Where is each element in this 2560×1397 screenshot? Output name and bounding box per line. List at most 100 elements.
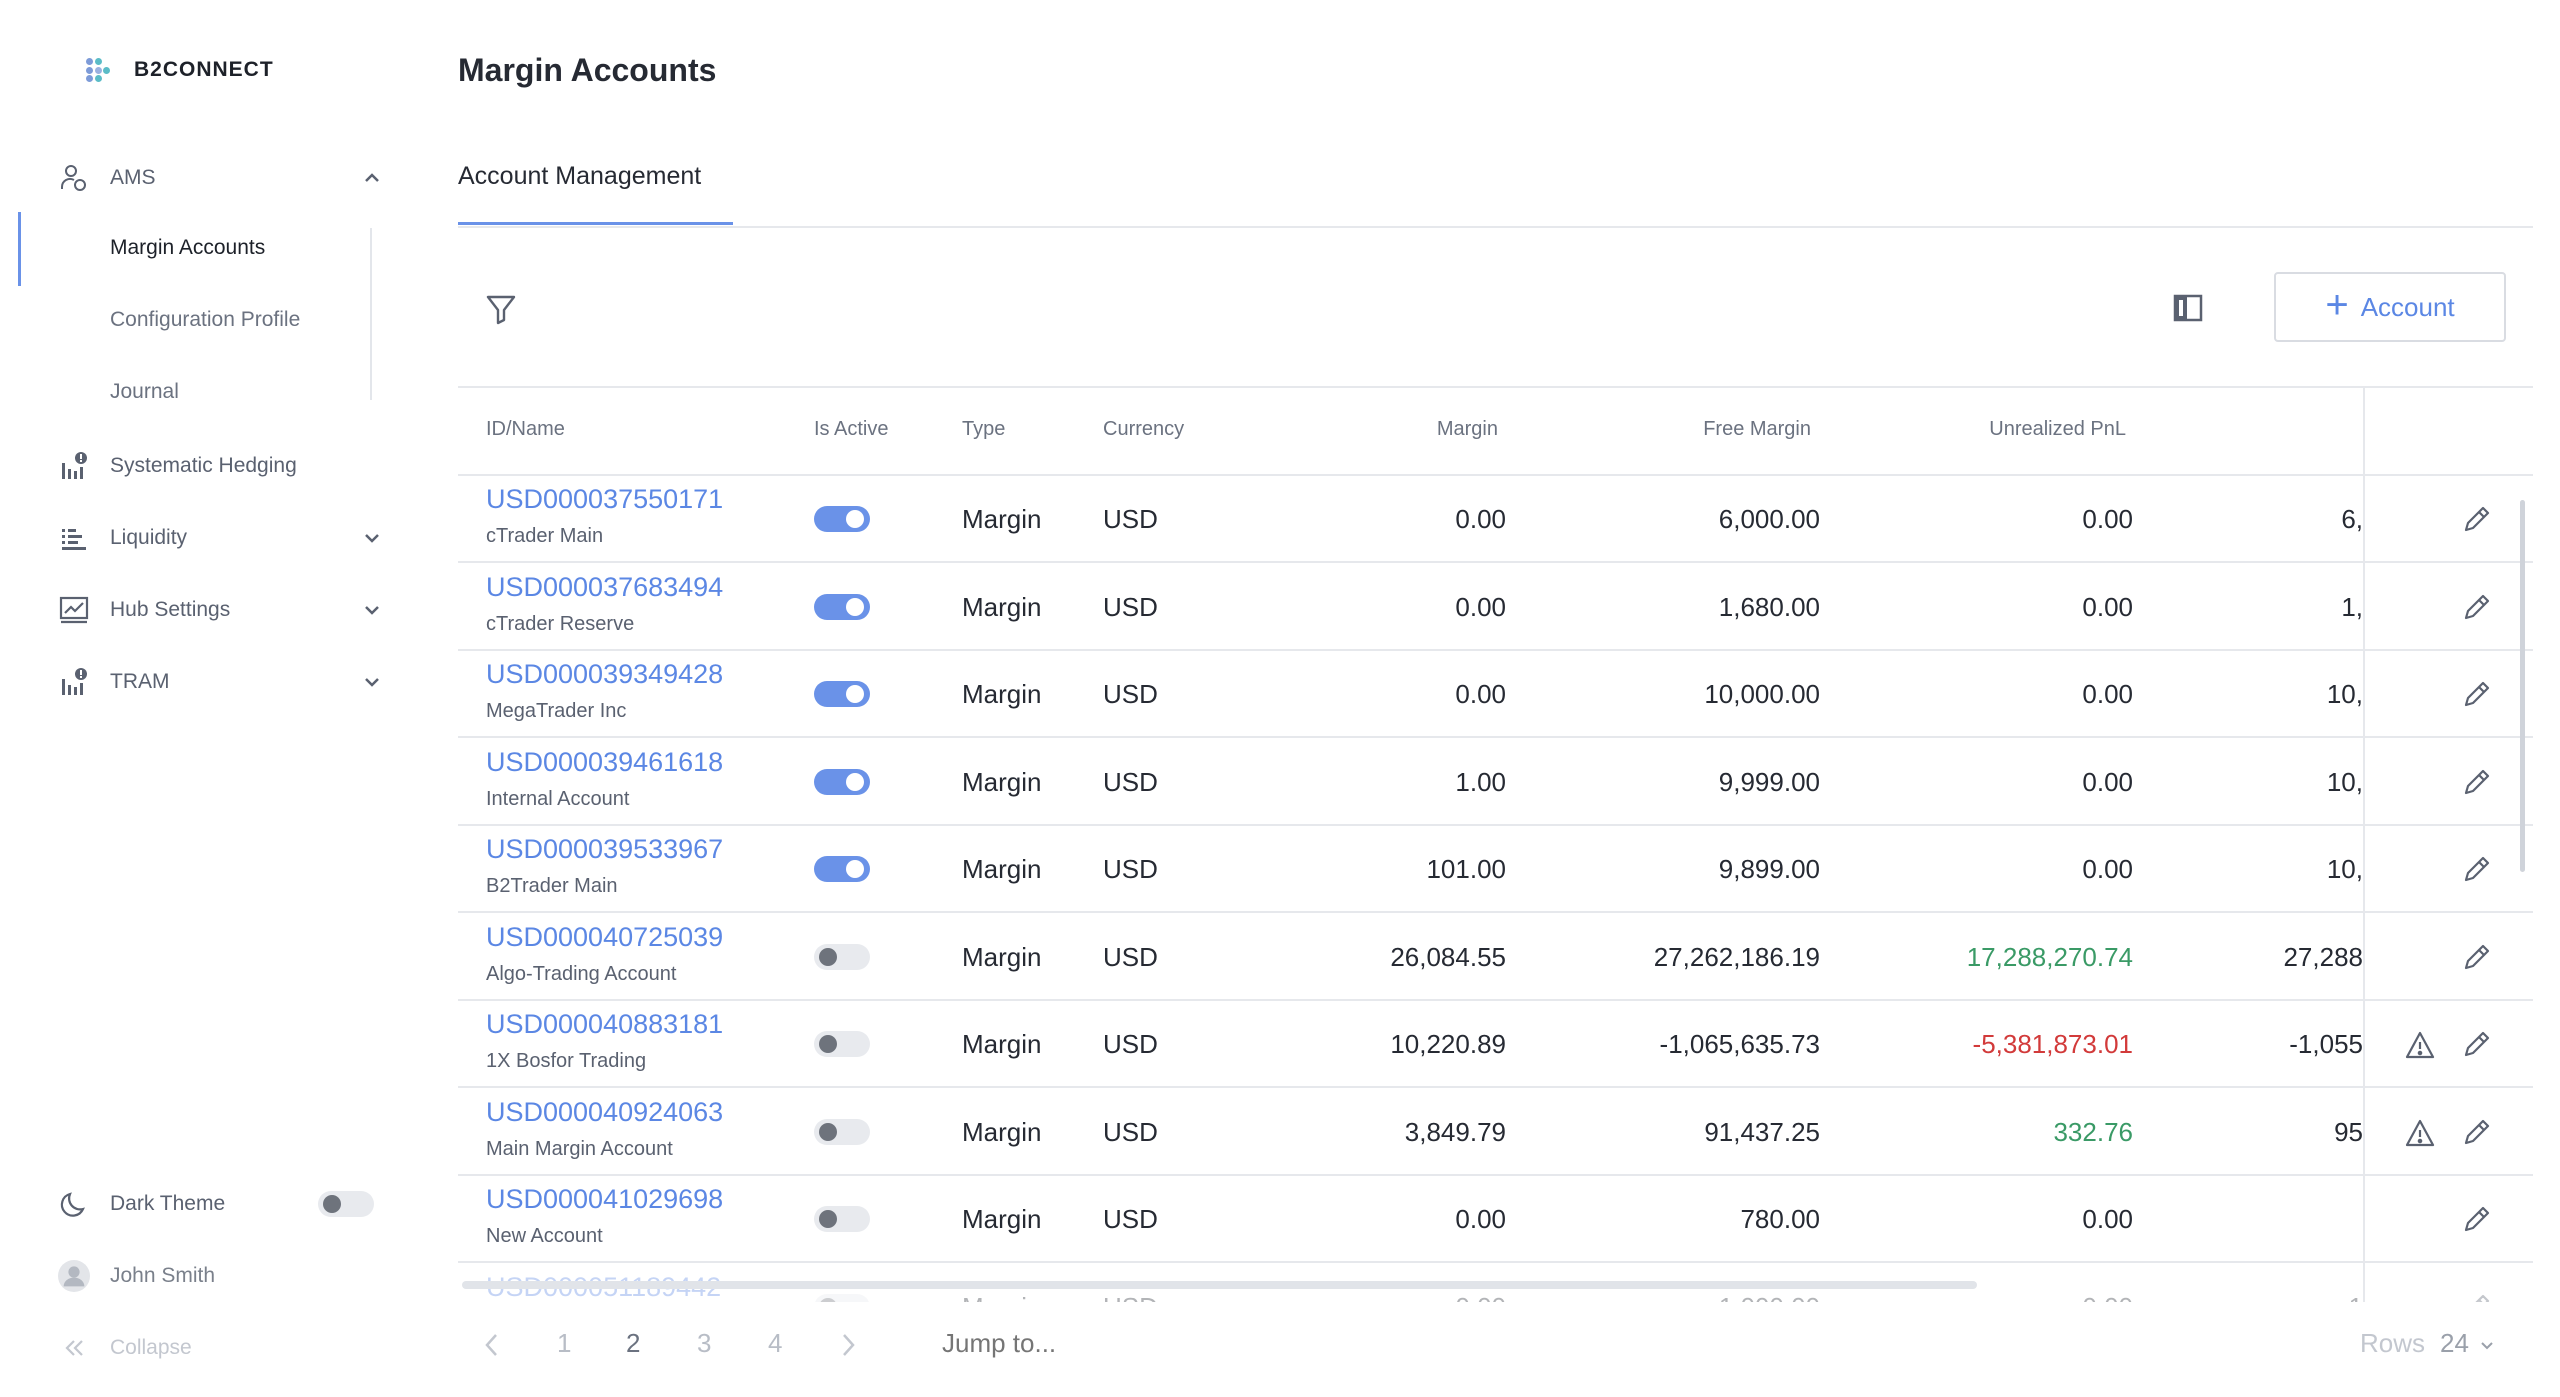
sidebar-item-systematic-hedging[interactable]: Systematic Hedging (0, 438, 400, 494)
user-profile[interactable]: John Smith (0, 1248, 400, 1304)
table-horizontal-scrollbar[interactable] (462, 1281, 1977, 1289)
column-header-unrealized-pnl[interactable]: Unrealized PnL (1989, 418, 2126, 441)
chevron-down-icon[interactable] (360, 598, 384, 622)
table-vertical-scrollbar[interactable] (2520, 500, 2525, 872)
is-active-toggle[interactable] (814, 1206, 870, 1232)
column-header-margin[interactable]: Margin (1437, 418, 1498, 441)
account-free-margin: 27,262,186.19 (1653, 941, 1820, 972)
is-active-toggle[interactable] (814, 1118, 870, 1145)
page-2[interactable]: 2 (626, 1328, 640, 1359)
edit-icon[interactable] (2460, 677, 2494, 711)
app-logo[interactable]: B2CONNECT (86, 58, 274, 82)
is-active-toggle[interactable] (814, 1031, 870, 1057)
column-header-currency[interactable]: Currency (1103, 418, 1184, 441)
account-name: Main Margin Account (486, 1137, 673, 1160)
sidebar-item-tram[interactable]: TRAM (0, 654, 400, 710)
sidebar-item-hub-settings[interactable]: Hub Settings (0, 582, 400, 638)
add-account-label: Account (2360, 291, 2455, 322)
is-active-toggle[interactable] (814, 943, 870, 970)
account-currency: USD (1103, 1204, 1158, 1234)
chevron-down-icon[interactable] (360, 526, 384, 550)
table-row[interactable]: USD000041029698 New Account Margin USD 0.00 7… (458, 1176, 2533, 1263)
column-header-type[interactable]: Type (962, 418, 1005, 441)
jump-to-page-input[interactable] (942, 1328, 1142, 1359)
sidebar-subitem-margin-accounts[interactable]: Margin Accounts (110, 236, 265, 260)
edit-icon[interactable] (2460, 765, 2494, 799)
is-active-toggle[interactable] (814, 768, 870, 795)
account-next-column-value: 10, (2326, 854, 2363, 884)
columns-layout-icon[interactable] (2172, 292, 2204, 324)
edit-icon[interactable] (2460, 1202, 2494, 1236)
account-name: cTrader Reserve (486, 612, 635, 635)
page-4[interactable]: 4 (768, 1328, 782, 1359)
chart-bar-alert-icon (58, 450, 90, 482)
chevron-down-icon[interactable] (360, 670, 384, 694)
is-active-toggle[interactable] (814, 681, 870, 707)
account-id-link[interactable]: USD000037683494 (486, 572, 723, 603)
account-free-margin: 1,680.00 (1718, 591, 1820, 622)
avatar (58, 1260, 90, 1292)
table-row[interactable]: USD000037683494 cTrader Reserve Margin USD 0… (458, 564, 2533, 651)
page-1[interactable]: 1 (557, 1328, 571, 1359)
sidebar-subitem-configuration-profile[interactable]: Configuration Profile (110, 308, 300, 332)
page-3[interactable]: 3 (697, 1328, 711, 1359)
account-type: Margin (962, 1204, 1042, 1234)
table-row[interactable]: USD000040924063 Main Margin Account Margin… (458, 1089, 2533, 1176)
account-id-link[interactable]: USD000039533967 (486, 834, 723, 865)
previous-page-icon[interactable] (482, 1332, 504, 1358)
sidebar-subitem-journal[interactable]: Journal (110, 380, 179, 404)
dark-theme-toggle[interactable] (318, 1191, 374, 1217)
column-header-id-name[interactable]: ID/Name (486, 418, 565, 441)
table-row[interactable]: USD000040725039 Algo-Trading Account Margi… (458, 914, 2533, 1001)
account-id-link[interactable]: USD000040883181 (486, 1009, 723, 1040)
account-unrealized-pnl: 0.00 (2082, 679, 2133, 709)
filter-icon[interactable] (484, 292, 518, 326)
account-currency: USD (1103, 941, 1158, 972)
account-next-column-value: 6, (2341, 504, 2363, 534)
account-margin: 1.00 (1455, 766, 1506, 797)
account-id-link[interactable]: USD000040725039 (486, 922, 723, 953)
rows-per-page-select[interactable]: 24 (2440, 1328, 2469, 1359)
is-active-toggle[interactable] (814, 593, 870, 620)
is-active-toggle[interactable] (814, 506, 870, 532)
table-row[interactable]: USD000039461618 Internal Account Margin USD… (458, 739, 2533, 826)
warning-icon[interactable] (2404, 1029, 2436, 1061)
is-active-toggle[interactable] (814, 1293, 870, 1302)
account-id-link[interactable]: USD000039461618 (486, 747, 723, 778)
warning-icon[interactable] (2404, 1117, 2436, 1149)
submenu-rail (370, 228, 372, 400)
column-header-is-active[interactable]: Is Active (814, 418, 888, 441)
edit-icon[interactable] (2460, 502, 2494, 536)
table-row[interactable]: USD000039349428 MegaTrader Inc Margin USD 0.… (458, 651, 2533, 738)
tab-account-management[interactable]: Account Management (458, 162, 701, 191)
table-row[interactable]: USD000040883181 1X Bosfor Trading Margin US… (458, 1001, 2533, 1088)
table-header: ID/Name Is Active Type Currency Margin F… (458, 388, 2533, 476)
column-header-free-margin[interactable]: Free Margin (1703, 418, 1811, 441)
table-row[interactable]: USD000037550171 cTrader Main Margin USD 0.00… (458, 476, 2533, 563)
edit-icon[interactable] (2460, 852, 2494, 886)
account-type: Margin (962, 1116, 1042, 1147)
account-id-link[interactable]: USD000041029698 (486, 1184, 723, 1215)
chevron-down-icon[interactable] (2478, 1337, 2496, 1355)
next-page-icon[interactable] (838, 1332, 860, 1358)
table-row[interactable]: USD000039533967 B2Trader Main Margin USD 101… (458, 826, 2533, 913)
account-id-link[interactable]: USD000040924063 (486, 1097, 723, 1128)
collapse-sidebar-button[interactable]: Collapse (0, 1320, 400, 1376)
chevron-up-icon[interactable] (360, 166, 384, 190)
account-id-link[interactable]: USD000039349428 (486, 659, 723, 690)
edit-icon[interactable] (2460, 590, 2494, 624)
sidebar-item-ams[interactable]: AMS (0, 150, 400, 206)
add-account-button[interactable]: + Account (2274, 272, 2506, 342)
edit-icon[interactable] (2460, 1290, 2494, 1302)
is-active-toggle[interactable] (814, 856, 870, 882)
rows-per-page-label: Rows (2360, 1328, 2426, 1358)
sidebar-item-liquidity[interactable]: Liquidity (0, 510, 400, 566)
active-nav-indicator (18, 212, 21, 286)
account-unrealized-pnl: -5,381,873.01 (1972, 1029, 2133, 1059)
account-free-margin: 9,999.00 (1718, 766, 1820, 797)
edit-icon[interactable] (2460, 940, 2494, 974)
edit-icon[interactable] (2460, 1115, 2494, 1149)
account-id-link[interactable]: USD000037550171 (486, 484, 723, 515)
edit-icon[interactable] (2460, 1027, 2494, 1061)
account-type: Margin (962, 941, 1042, 972)
